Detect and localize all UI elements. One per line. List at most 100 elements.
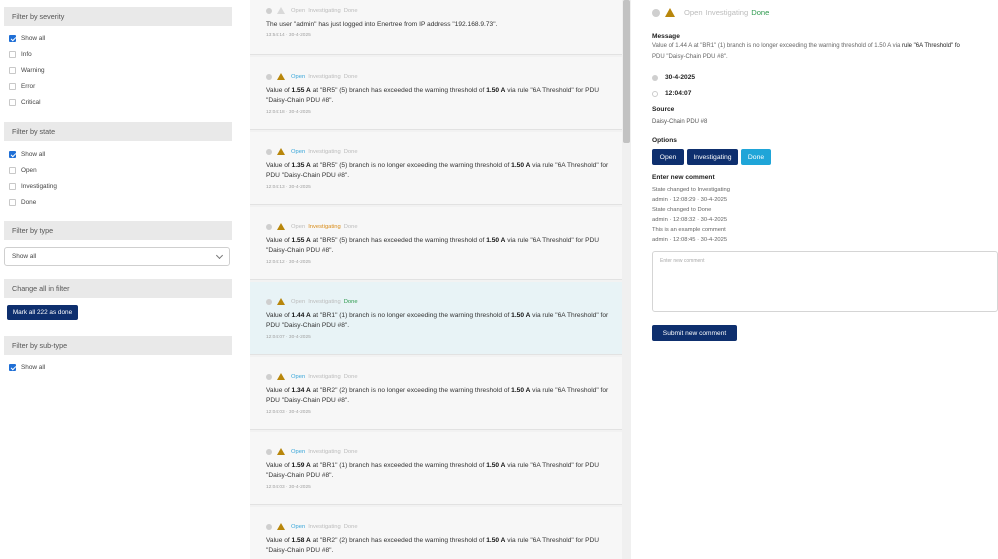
severity-show-all[interactable]: Show all — [9, 32, 45, 44]
status-dot-icon — [266, 223, 272, 230]
event-timestamp: 12:04:12 · 30-4-2025 — [266, 260, 311, 265]
message-label: Message — [652, 33, 680, 40]
detail-state-done[interactable]: Done — [751, 8, 769, 17]
checkbox-icon[interactable] — [9, 50, 16, 58]
event-text: Value of — [266, 87, 292, 94]
checkbox-icon[interactable] — [9, 182, 16, 190]
event-state-row: Open Investigating Done — [266, 7, 361, 14]
status-dot-icon — [266, 7, 272, 14]
event-value: 1.50 A — [486, 237, 506, 244]
state-open[interactable]: Open — [9, 164, 37, 176]
event-state-open[interactable]: Open — [291, 449, 305, 455]
option-done-button[interactable]: Done — [741, 149, 771, 165]
event-state-row: Open Investigating Done — [266, 223, 361, 230]
event-state-done[interactable]: Done — [344, 224, 358, 230]
severity-error[interactable]: Error — [9, 80, 35, 92]
severity-info[interactable]: Info — [9, 48, 32, 60]
checkbox-icon[interactable] — [9, 198, 16, 206]
status-dot-icon — [652, 8, 660, 17]
status-dot-icon — [266, 523, 272, 530]
event-text: at "BR2" (2) branch has exceeded the war… — [310, 537, 487, 544]
detail-state-investigating[interactable]: Investigating — [706, 8, 749, 17]
calendar-icon — [652, 74, 658, 81]
event-card[interactable]: Open Investigating Done Value of 1.44 A at … — [250, 282, 622, 355]
checkbox-icon[interactable] — [9, 363, 16, 371]
state-show-all[interactable]: Show all — [9, 148, 45, 160]
checkbox-icon[interactable] — [9, 82, 16, 90]
checkbox-icon[interactable] — [9, 34, 16, 42]
event-state-row: Open Investigating Done — [266, 298, 361, 305]
event-state-open[interactable]: Open — [291, 149, 305, 155]
event-timestamp: 12:04:13 · 30-4-2025 — [266, 185, 311, 190]
event-state-open[interactable]: Open — [291, 8, 305, 14]
event-state-done[interactable]: Done — [344, 449, 358, 455]
event-state-investigating[interactable]: Investigating — [308, 8, 341, 14]
options-label: Options — [652, 137, 677, 144]
comment-input[interactable]: Enter new comment — [652, 251, 998, 312]
event-state-investigating[interactable]: Investigating — [308, 74, 341, 80]
option-open-button[interactable]: Open — [652, 149, 684, 165]
event-value: 1.35 A — [291, 162, 311, 169]
event-card[interactable]: Open Investigating Done The user "admin" ha… — [250, 0, 622, 55]
severity-filter-header: Filter by severity — [4, 7, 232, 26]
comment-line: admin · 12:08:45 · 30-4-2025 — [652, 237, 728, 243]
event-state-investigating[interactable]: Investigating — [308, 449, 341, 455]
event-detail: Open Investigating Done Message Value of… — [640, 0, 998, 559]
state-investigating[interactable]: Investigating — [9, 180, 57, 192]
event-state-row: Open Investigating Done — [266, 73, 361, 80]
severity-warning[interactable]: Warning — [9, 64, 45, 76]
event-card[interactable]: Open Investigating Done Value of 1.55 A at … — [250, 207, 622, 280]
checkbox-icon[interactable] — [9, 150, 16, 158]
event-text: Value of — [266, 237, 292, 244]
status-dot-icon — [266, 448, 272, 455]
state-done[interactable]: Done — [9, 196, 36, 208]
chevron-down-icon — [215, 251, 224, 260]
event-state-row: Open Investigating Done — [266, 448, 361, 455]
subtype-show-all[interactable]: Show all — [9, 361, 45, 373]
event-value: 1.59 A — [291, 462, 311, 469]
time-row: 12:04:07 — [652, 89, 691, 98]
status-dot-icon — [266, 73, 272, 80]
event-state-open[interactable]: Open — [291, 374, 305, 380]
event-state-investigating[interactable]: Investigating — [308, 374, 341, 380]
scrollbar-thumb[interactable] — [623, 0, 630, 143]
event-state-investigating[interactable]: Investigating — [308, 224, 341, 230]
event-card[interactable]: Open Investigating Done Value of 1.35 A at … — [250, 132, 622, 205]
event-value: 1.55 A — [291, 237, 311, 244]
detail-state-row: Open Investigating Done — [652, 8, 772, 17]
event-state-open[interactable]: Open — [291, 74, 305, 80]
event-state-done[interactable]: Done — [344, 8, 358, 14]
event-card[interactable]: Open Investigating Done Value of 1.58 A at … — [250, 507, 622, 559]
event-text: Value of — [266, 462, 292, 469]
source-label: Source — [652, 106, 675, 113]
checkbox-icon[interactable] — [9, 98, 16, 106]
comment-line: State changed to Done — [652, 207, 712, 213]
checkbox-icon[interactable] — [9, 166, 16, 174]
filter-panel: Filter by severity Show all Info Warning… — [0, 0, 237, 559]
event-state-investigating[interactable]: Investigating — [308, 299, 341, 305]
event-state-open[interactable]: Open — [291, 299, 305, 305]
source-value: Daisy-Chain PDU #8 — [652, 119, 708, 125]
event-state-done[interactable]: Done — [344, 524, 358, 530]
severity-critical[interactable]: Critical — [9, 96, 41, 108]
event-state-investigating[interactable]: Investigating — [308, 524, 341, 530]
event-card[interactable]: Open Investigating Done Value of 1.59 A at … — [250, 432, 622, 505]
detail-state-open[interactable]: Open — [684, 8, 703, 17]
option-investigating-button[interactable]: Investigating — [687, 149, 738, 165]
event-state-done[interactable]: Done — [344, 149, 358, 155]
scrollbar[interactable] — [622, 0, 631, 559]
warning-icon — [277, 448, 285, 455]
checkbox-icon[interactable] — [9, 66, 16, 74]
event-state-done[interactable]: Done — [344, 74, 358, 80]
event-state-done[interactable]: Done — [344, 374, 358, 380]
event-card[interactable]: Open Investigating Done Value of 1.55 A at … — [250, 57, 622, 130]
mark-all-done-button[interactable]: Mark all 222 as done — [7, 305, 78, 320]
event-state-done[interactable]: Done — [344, 299, 358, 305]
event-card[interactable]: Open Investigating Done Value of 1.34 A at … — [250, 357, 622, 430]
status-dot-icon — [266, 373, 272, 380]
event-state-open[interactable]: Open — [291, 524, 305, 530]
type-select[interactable]: Show all — [4, 247, 230, 266]
event-state-open[interactable]: Open — [291, 224, 305, 230]
submit-comment-button[interactable]: Submit new comment — [652, 325, 737, 341]
event-state-investigating[interactable]: Investigating — [308, 149, 341, 155]
